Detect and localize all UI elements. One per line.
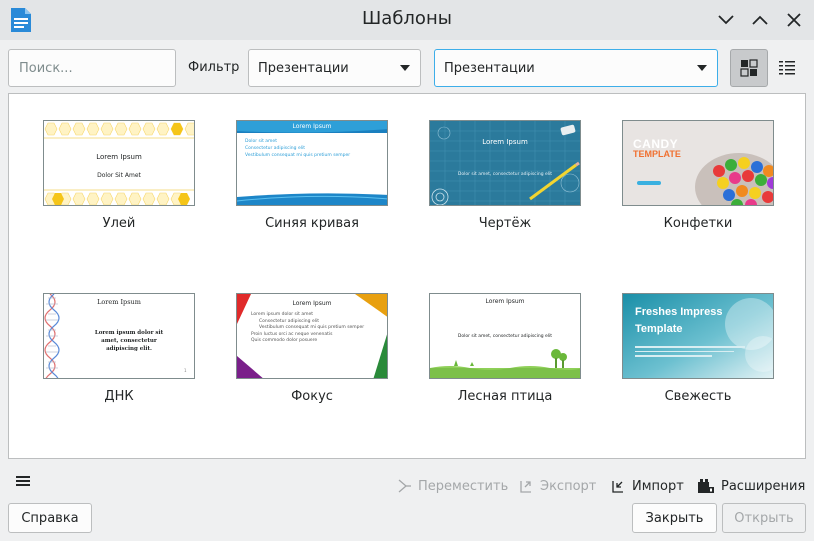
export-icon	[520, 481, 531, 493]
dropdown-arrow-icon	[400, 65, 410, 71]
extensions-icon	[698, 479, 714, 493]
template-label: Синяя кривая	[265, 216, 359, 231]
extensions-label: Расширения	[721, 478, 806, 494]
thumbnail-bullet: Consectetur adipiscing elit	[245, 146, 305, 151]
export-button[interactable]: Экспорт	[518, 478, 596, 494]
search-input[interactable]	[8, 49, 176, 87]
window-title: Шаблоны	[362, 8, 452, 29]
thumbnail-bullet: Vestibulum consequat mi quis pretium sem…	[259, 325, 365, 330]
template-thumbnail: Lorem Ipsum Dolor sit amet, consectetur …	[429, 120, 581, 206]
template-label: Фокус	[291, 389, 333, 404]
menu-button[interactable]	[16, 475, 30, 491]
filter-label: Фильтр	[188, 60, 240, 75]
thumbnail-bullet: Quis commodo dolor posuere	[251, 338, 318, 343]
template-thumbnail: Lorem Ipsum Dolor sit amet Consectetur a…	[236, 120, 388, 206]
thumbnail-subtitle: TEMPLATE	[633, 149, 681, 159]
minimize-button[interactable]	[715, 9, 737, 31]
thumbnail-subtitle: Dolor sit amet, consectetur adipiscing e…	[457, 334, 553, 339]
template-label: Конфетки	[663, 216, 733, 231]
move-label: Переместить	[418, 478, 509, 494]
thumbnail-title: Freshes Impress Template	[635, 304, 722, 338]
move-button[interactable]: Переместить	[396, 478, 508, 494]
maximize-button[interactable]	[749, 9, 771, 31]
thumbnail-title: Lorem Ipsum	[96, 153, 142, 161]
thumbnail-title: Lorem Ipsum	[485, 298, 525, 305]
template-thumbnail: CANDY TEMPLATE	[622, 120, 774, 206]
candy-thumbnail-art	[623, 121, 773, 205]
category-value: Презентации	[444, 60, 535, 76]
template-thumbnail: 1 Lorem Ipsum Lorem ipsum dolor sit amet…	[43, 293, 195, 379]
filter-type-select[interactable]: Презентации	[248, 49, 421, 87]
help-button[interactable]: Справка	[8, 503, 92, 533]
move-icon	[398, 479, 411, 493]
chevron-up-icon	[752, 15, 768, 25]
import-icon	[612, 481, 623, 493]
template-label: Чертёж	[478, 216, 532, 231]
template-label: Лесная птица	[457, 389, 553, 404]
thumbnail-body: Dolor sit amet Consectetur adipiscing el…	[245, 138, 350, 159]
import-label: Импорт	[632, 478, 684, 494]
thumbnail-body-lines	[635, 346, 745, 357]
thumbnail-title: Lorem Ipsum	[292, 300, 332, 307]
thumbnail-title: Lorem Ipsum	[292, 123, 332, 130]
filter-type-value: Презентации	[258, 60, 349, 76]
open-button[interactable]: Открыть	[722, 503, 806, 533]
close-icon	[787, 13, 801, 27]
thumbnail-title: Lorem Ipsum	[482, 138, 528, 146]
template-label: Свежесть	[664, 389, 732, 404]
thumbnail-bullet: Dolor sit amet	[245, 139, 277, 144]
thumbnail-title: Lorem Ipsum	[97, 298, 141, 306]
thumbnail-view-button[interactable]	[730, 49, 768, 87]
template-thumbnail: Lorem Ipsum Lorem ipsum dolor sit amet C…	[236, 293, 388, 379]
thumbnail-bullet: Vestibulum consequat mi quis pretium sem…	[245, 153, 351, 158]
chevron-down-icon	[718, 15, 734, 25]
list-view-icon	[779, 61, 795, 75]
template-thumbnail: Lorem Ipsum Dolor Sit Amet	[43, 120, 195, 206]
template-label: Улей	[102, 216, 136, 231]
close-window-button[interactable]	[783, 9, 805, 31]
thumbnail-subtitle: Dolor Sit Amet	[97, 172, 141, 179]
thumbnail-body: Lorem ipsum dolor sit amet Consectetur a…	[251, 312, 364, 345]
blueprint-thumbnail-art	[430, 121, 580, 205]
blue-curve-thumbnail-art	[237, 121, 387, 205]
thumbnail-title-line: Freshes Impress	[635, 306, 723, 318]
thumbnail-body: Lorem ipsum dolor sit amet, consectetur …	[94, 330, 164, 352]
hamburger-menu-icon	[16, 476, 30, 486]
thumbnail-title-line: Template	[635, 323, 683, 335]
template-thumbnail: Freshes Impress Template	[622, 293, 774, 379]
dropdown-arrow-icon	[697, 65, 707, 71]
grid-view-icon	[740, 59, 758, 77]
list-view-button[interactable]	[768, 49, 806, 87]
action-bar: Переместить Экспорт Импорт Расширения	[0, 470, 814, 500]
thumbnail-subtitle: Dolor sit amet, consectetur adipiscing e…	[457, 172, 553, 177]
category-select[interactable]: Презентации	[434, 49, 718, 87]
extensions-button[interactable]: Расширения	[697, 478, 805, 494]
export-label: Экспорт	[540, 478, 597, 494]
close-button[interactable]: Закрыть	[632, 503, 717, 533]
template-grid: Lorem Ipsum Dolor Sit Amet Улей Lorem Ip…	[8, 93, 806, 459]
template-thumbnail: Lorem Ipsum Dolor sit amet, consectetur …	[429, 293, 581, 379]
import-button[interactable]: Импорт	[610, 478, 684, 494]
honeycomb-thumbnail-art	[44, 121, 194, 205]
template-label: ДНК	[104, 389, 134, 404]
title-bar: Шаблоны	[0, 0, 814, 40]
